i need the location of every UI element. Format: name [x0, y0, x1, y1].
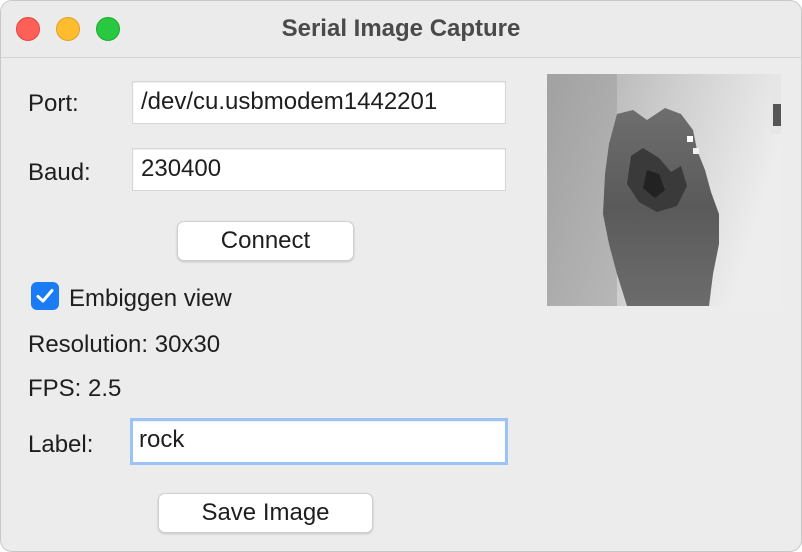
embiggen-label[interactable]: Embiggen view: [69, 285, 232, 313]
baud-input[interactable]: 230400: [132, 148, 506, 191]
save-image-button[interactable]: Save Image: [158, 493, 373, 533]
resolution-text: Resolution: 30x30: [28, 331, 221, 358]
port-label: Port:: [28, 90, 79, 117]
title-bar[interactable]: Serial Image Capture: [1, 1, 801, 58]
minimize-icon[interactable]: [56, 17, 80, 41]
maximize-icon[interactable]: [96, 17, 120, 41]
fps-text: FPS: 2.5: [28, 375, 122, 402]
baud-label: Baud:: [28, 159, 91, 186]
checkmark-icon: [36, 289, 54, 303]
close-icon[interactable]: [16, 17, 40, 41]
embiggen-checkbox[interactable]: [31, 282, 59, 310]
label-input[interactable]: rock: [130, 418, 508, 465]
hand-gesture-image: [547, 74, 781, 306]
camera-preview-image: [547, 74, 781, 306]
connect-button[interactable]: Connect: [177, 221, 354, 261]
window-title: Serial Image Capture: [281, 15, 521, 42]
app-window: Serial Image Capture Port: /dev/cu.usbmo…: [0, 0, 802, 552]
label-label: Label:: [28, 431, 94, 458]
port-input[interactable]: /dev/cu.usbmodem1442201: [132, 81, 506, 124]
